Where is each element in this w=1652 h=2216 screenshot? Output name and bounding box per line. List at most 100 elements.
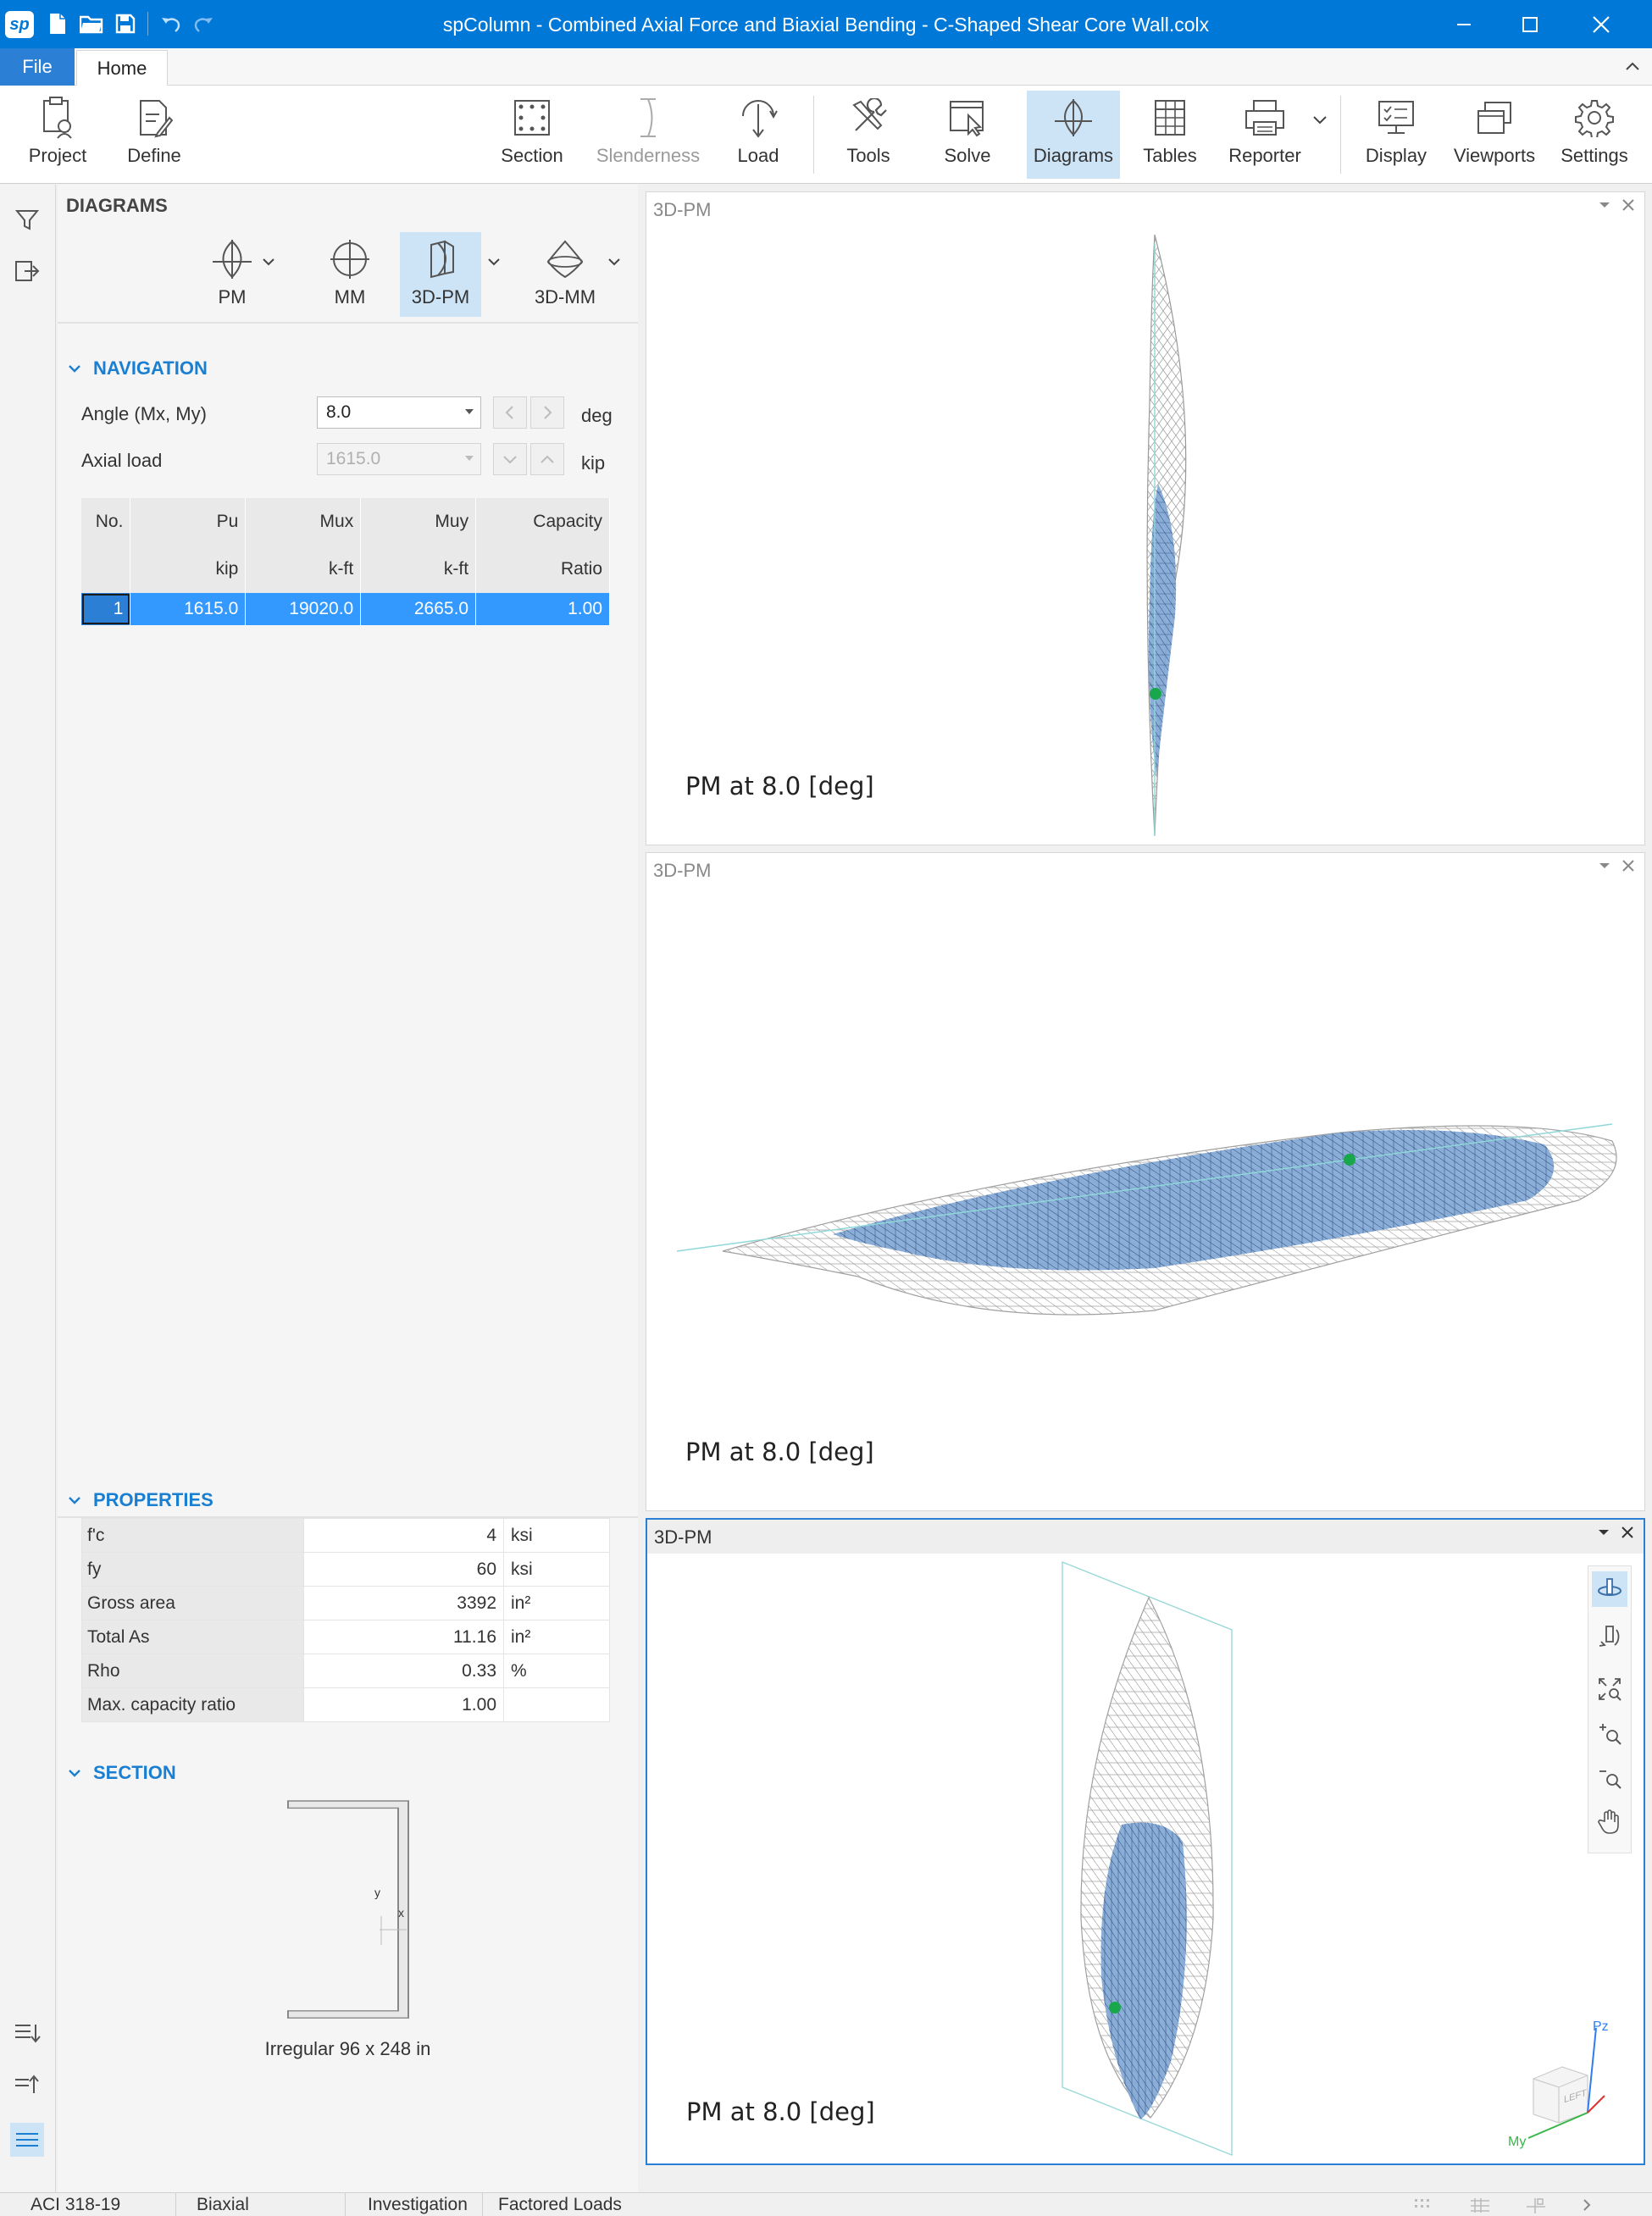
load-button[interactable]: Load [725, 91, 791, 179]
diagrams-panel: DIAGRAMS PM MM 3D-PM 3D-MM NAVIGATION An… [58, 185, 638, 2192]
table-cell[interactable]: 2665.0 [360, 593, 477, 625]
table-cell[interactable]: 1 [81, 593, 131, 625]
tools-label: Tools [846, 145, 890, 166]
view-cube[interactable] [1527, 2027, 1605, 2139]
properties-section-header[interactable]: PROPERTIES [68, 1489, 213, 1511]
section-section-header[interactable]: SECTION [68, 1762, 176, 1784]
tools-button[interactable]: Tools [834, 91, 903, 179]
pan-hand-icon[interactable] [1592, 1803, 1627, 1839]
viewports-button[interactable]: Viewports [1452, 91, 1537, 179]
table-cell[interactable]: 1615.0 [130, 593, 247, 625]
solve-button[interactable]: Solve [930, 91, 1005, 179]
column-header[interactable]: Pu [130, 498, 247, 546]
column-header[interactable]: Capacity [475, 498, 610, 546]
sort-up-icon[interactable] [10, 2067, 44, 2101]
diagram-mm-button[interactable]: MM [312, 232, 388, 317]
c-section-shape [287, 1800, 409, 2019]
settings-button[interactable]: Settings [1555, 91, 1633, 179]
status-bending-mode: Biaxial [185, 2193, 346, 2216]
pm-surface-3d-view-2[interactable] [646, 853, 1646, 1512]
reporter-label: Reporter [1228, 145, 1301, 166]
status-design-code: ACI 318-19 [19, 2193, 176, 2216]
angle-prev-button[interactable] [493, 396, 527, 429]
chevron-up-icon [541, 455, 554, 463]
property-name: Rho [81, 1654, 304, 1688]
project-button[interactable]: Project [15, 91, 100, 179]
pm-surface-3d-view-3[interactable] [647, 1520, 1644, 2163]
rotate-vertical-icon[interactable] [1592, 1617, 1627, 1653]
filter-icon[interactable] [10, 203, 44, 237]
viewport-3d-pm-3[interactable]: 3D-PM LEFT Pz My PM at 8.0 [deg] [646, 1518, 1645, 2165]
zoom-extents-icon[interactable] [1592, 1671, 1627, 1707]
reporter-dropdown-icon[interactable] [1311, 111, 1328, 128]
column-header[interactable]: No. [81, 498, 131, 546]
column-header[interactable]: Mux [245, 498, 362, 546]
chevron-down-icon [503, 456, 517, 464]
zoom-in-icon[interactable] [1592, 1715, 1627, 1751]
table-cell[interactable]: 1.00 [475, 593, 610, 625]
angle-select[interactable]: 8.0 [317, 396, 481, 429]
load-icon [738, 91, 779, 145]
tab-home[interactable]: Home [76, 50, 168, 86]
tables-button[interactable]: Tables [1135, 91, 1205, 179]
reporter-button[interactable]: Reporter [1220, 91, 1310, 179]
display-button[interactable]: Display [1359, 91, 1433, 179]
status-expand-icon[interactable] [1581, 2197, 1593, 2213]
diagram-3d-pm-button[interactable]: 3D-PM [400, 232, 481, 317]
axial-down-button[interactable] [493, 443, 527, 475]
pm-dropdown-icon[interactable] [261, 252, 276, 274]
angle-next-button[interactable] [530, 396, 564, 429]
viewport-3d-pm-1[interactable]: 3D-PM PM at 8.0 [deg] [646, 191, 1645, 845]
property-unit: in² [503, 1586, 610, 1620]
sort-down-icon[interactable] [10, 2016, 44, 2050]
minimize-button[interactable] [1430, 0, 1498, 48]
snap-icon[interactable] [1525, 2197, 1547, 2213]
solve-icon [948, 91, 987, 145]
diagrams-button[interactable]: Diagrams [1027, 91, 1120, 179]
column-header[interactable]: Muy [360, 498, 477, 546]
property-row: fy 60 ksi [81, 1552, 610, 1587]
diagram-pm-label: PM [218, 286, 247, 307]
section-title: SECTION [93, 1762, 176, 1783]
pm-surface-3d-view-1[interactable] [646, 192, 1646, 846]
table-cell[interactable]: 19020.0 [245, 593, 362, 625]
angle-unit: deg [581, 405, 613, 426]
property-row: f'c 4 ksi [81, 1518, 610, 1553]
ribbon-tab-row: File Home [0, 48, 1652, 86]
section-button[interactable]: Section [491, 91, 573, 179]
chevron-down-icon [69, 1770, 80, 1777]
rotate-icon[interactable] [1592, 1571, 1627, 1607]
navigation-section-header[interactable]: NAVIGATION [68, 357, 208, 379]
viewport-3d-pm-2[interactable]: 3D-PM PM at 8.0 [deg] [646, 852, 1645, 1511]
axial-load-select[interactable]: 1615.0 [317, 443, 481, 475]
divider [58, 322, 638, 324]
3d-mm-dropdown-icon[interactable] [607, 252, 622, 274]
chevron-right-icon [544, 406, 552, 419]
property-unit: ksi [503, 1518, 610, 1553]
property-row: Max. capacity ratio 1.00 [81, 1687, 610, 1722]
diagram-mm-label: MM [334, 286, 366, 307]
axis-label-pz: Pz [1593, 2019, 1609, 2034]
diagram-pm-button[interactable]: PM [190, 232, 274, 317]
maximize-button[interactable] [1496, 0, 1564, 48]
table-row[interactable]: 1 1615.0 19020.0 2665.0 1.00 [81, 593, 610, 625]
define-icon [136, 91, 173, 145]
grid-dots-icon[interactable] [1413, 2197, 1435, 2213]
slenderness-button[interactable]: Slenderness [593, 91, 703, 179]
export-panel-icon[interactable] [10, 254, 44, 288]
tools-icon [849, 91, 888, 145]
grid-lines-icon[interactable] [1469, 2197, 1491, 2213]
column-unit [81, 546, 131, 593]
3d-pm-dropdown-icon[interactable] [486, 252, 502, 274]
side-icon-strip [0, 185, 56, 2192]
property-value: 0.33 [303, 1654, 504, 1688]
define-button[interactable]: Define [114, 91, 195, 179]
close-window-button[interactable] [1567, 0, 1635, 48]
axial-up-button[interactable] [530, 443, 564, 475]
diagram-3d-mm-button[interactable]: 3D-MM [518, 232, 612, 317]
list-view-icon[interactable] [10, 2123, 44, 2157]
zoom-out-icon[interactable] [1592, 1759, 1627, 1795]
ribbon-collapse-icon[interactable] [1620, 53, 1645, 79]
tab-file[interactable]: File [0, 48, 75, 86]
status-run-mode: Investigation [356, 2193, 483, 2216]
